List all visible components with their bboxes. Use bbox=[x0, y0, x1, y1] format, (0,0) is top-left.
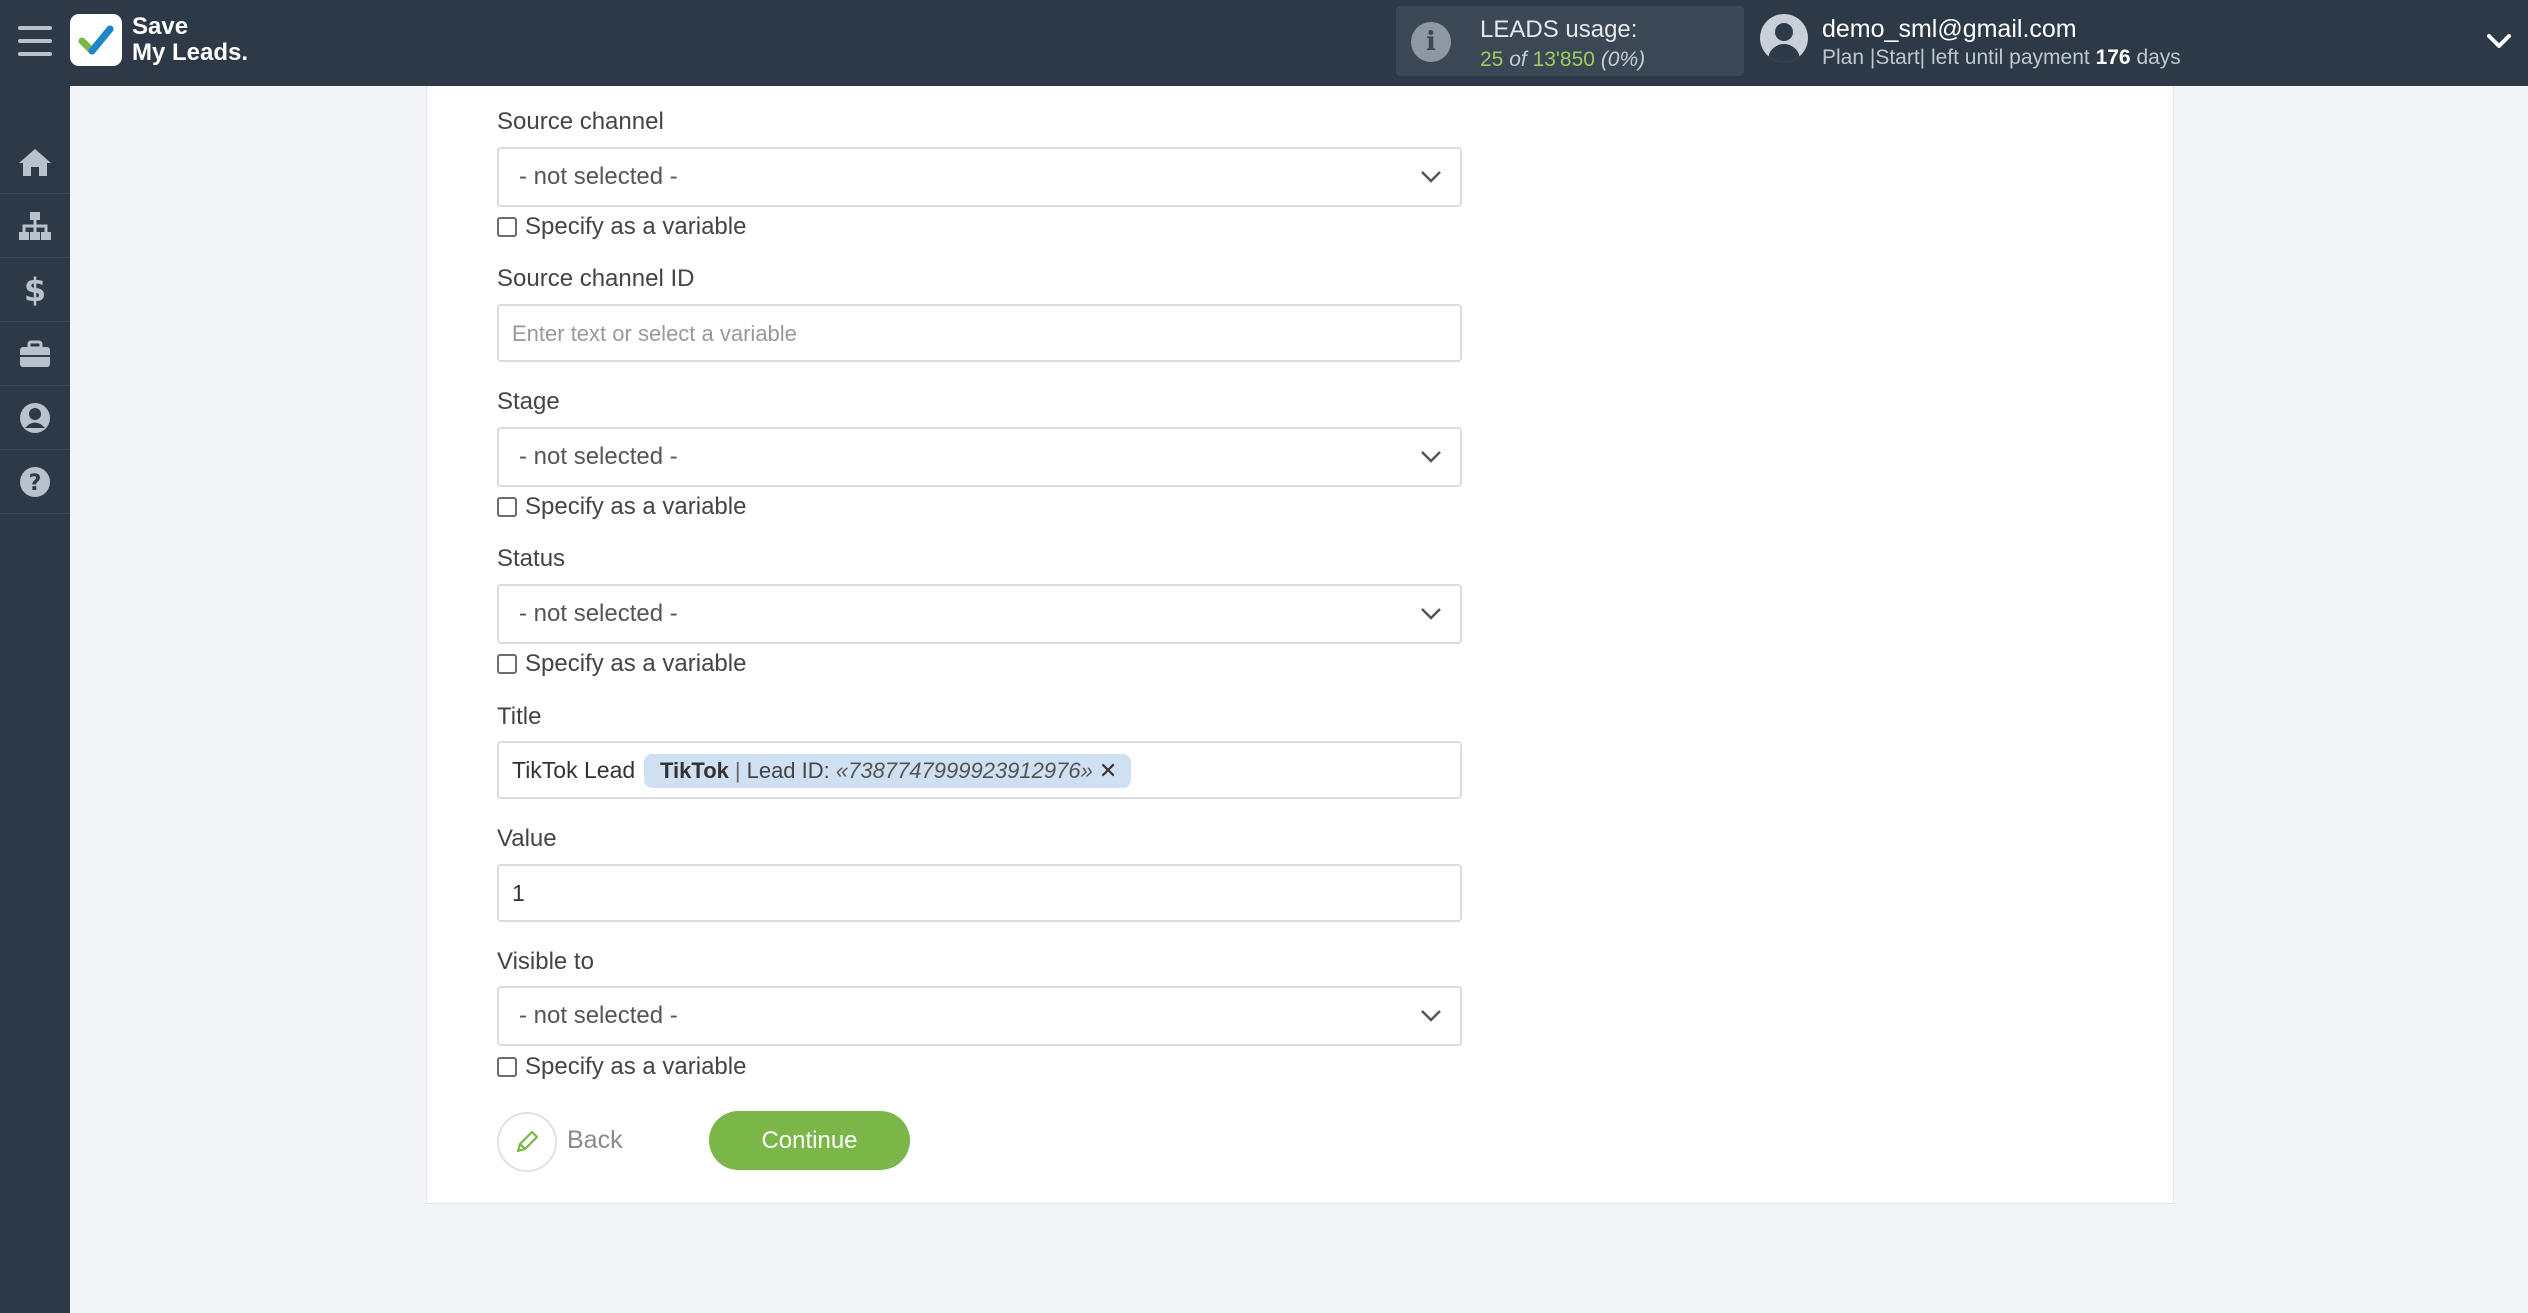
value-label: Value bbox=[497, 825, 557, 852]
checkbox[interactable] bbox=[497, 497, 517, 517]
chevron-down-icon bbox=[1421, 451, 1441, 463]
usage-value: 25 of 13'850 (0%) bbox=[1480, 48, 1645, 72]
account-chevron-down-icon[interactable] bbox=[2484, 26, 2514, 56]
tag-source: TikTok bbox=[660, 758, 729, 783]
status-select[interactable]: - not selected - bbox=[497, 584, 1462, 644]
visible-to-variable-checkbox[interactable]: Specify as a variable bbox=[497, 1053, 746, 1081]
source-channel-value: - not selected - bbox=[519, 163, 678, 190]
checkbox[interactable] bbox=[497, 1057, 517, 1077]
visible-to-select[interactable]: - not selected - bbox=[497, 986, 1462, 1046]
variable-tag[interactable]: TikTok | Lead ID: «7387747999923912976» … bbox=[644, 754, 1132, 788]
user-plan: Plan |Start| left until payment 176 days bbox=[1822, 44, 2181, 72]
back-pencil-icon[interactable] bbox=[497, 1112, 557, 1172]
svg-text:$: $ bbox=[24, 272, 46, 308]
user-account[interactable]: demo_sml@gmail.com Plan |Start| left unt… bbox=[1760, 14, 2181, 72]
status-variable-checkbox[interactable]: Specify as a variable bbox=[497, 650, 746, 678]
source-channel-id-placeholder: Enter text or select a variable bbox=[512, 321, 797, 346]
dollar-icon[interactable]: $ bbox=[0, 258, 70, 322]
tag-value: «7387747999923912976» bbox=[835, 758, 1093, 783]
usage-total: 13'850 bbox=[1532, 48, 1595, 71]
user-circle-icon[interactable] bbox=[0, 386, 70, 450]
user-email: demo_sml@gmail.com bbox=[1822, 15, 2077, 43]
hamburger-menu-icon[interactable] bbox=[18, 26, 52, 56]
visible-to-value: - not selected - bbox=[519, 1002, 678, 1029]
plan-days-suffix: days bbox=[2136, 46, 2181, 69]
logo-line-2: My Leads. bbox=[132, 39, 249, 66]
checkbox-label: Specify as a variable bbox=[525, 493, 747, 520]
leads-usage-panel: i LEADS usage: 25 of 13'850 (0%) bbox=[1396, 6, 1744, 76]
logo-line-1: Save bbox=[132, 13, 189, 40]
title-label: Title bbox=[497, 703, 542, 730]
source-channel-label: Source channel bbox=[497, 108, 664, 135]
source-channel-id-input[interactable]: Enter text or select a variable bbox=[497, 304, 1462, 362]
usage-label: LEADS usage: bbox=[1480, 16, 1638, 43]
sidebar: $ ? bbox=[0, 86, 70, 1313]
status-value: - not selected - bbox=[519, 600, 678, 627]
tag-field: Lead ID: bbox=[746, 758, 830, 783]
checkbox-label: Specify as a variable bbox=[525, 213, 747, 240]
checkbox-label: Specify as a variable bbox=[525, 650, 747, 677]
usage-of: of bbox=[1509, 48, 1527, 71]
svg-text:?: ? bbox=[29, 471, 42, 496]
logo[interactable]: Save My Leads. bbox=[70, 14, 248, 66]
checkbox-label: Specify as a variable bbox=[525, 1053, 747, 1080]
stage-variable-checkbox[interactable]: Specify as a variable bbox=[497, 493, 746, 521]
avatar-icon bbox=[1760, 14, 1808, 62]
checkbox[interactable] bbox=[497, 217, 517, 237]
back-button[interactable]: Back bbox=[567, 1126, 623, 1155]
remove-tag-icon[interactable]: ✕ bbox=[1099, 758, 1117, 784]
title-input[interactable]: TikTok Lead TikTok | Lead ID: «738774799… bbox=[497, 741, 1462, 799]
tag-separator: | bbox=[734, 758, 741, 783]
source-channel-variable-checkbox[interactable]: Specify as a variable bbox=[497, 213, 746, 241]
info-icon[interactable]: i bbox=[1411, 22, 1451, 62]
stage-value: - not selected - bbox=[519, 443, 678, 470]
top-bar: Save My Leads. i LEADS usage: 25 of 13'8… bbox=[0, 0, 2528, 86]
checkbox[interactable] bbox=[497, 654, 517, 674]
help-icon[interactable]: ? bbox=[0, 450, 70, 514]
logo-text: Save My Leads. bbox=[132, 14, 248, 66]
plan-days: 176 bbox=[2095, 46, 2131, 69]
continue-button[interactable]: Continue bbox=[709, 1111, 910, 1170]
plan-text: Plan |Start| left until payment bbox=[1822, 46, 2090, 69]
usage-percent: (0%) bbox=[1600, 48, 1646, 71]
chevron-down-icon bbox=[1421, 1010, 1441, 1022]
value-text: 1 bbox=[512, 880, 525, 906]
stage-select[interactable]: - not selected - bbox=[497, 427, 1462, 487]
source-channel-id-label: Source channel ID bbox=[497, 265, 695, 292]
sitemap-icon[interactable] bbox=[0, 194, 70, 258]
stage-label: Stage bbox=[497, 388, 560, 415]
source-channel-select[interactable]: - not selected - bbox=[497, 147, 1462, 207]
visible-to-label: Visible to bbox=[497, 948, 594, 975]
home-icon[interactable] bbox=[0, 130, 70, 194]
usage-used: 25 bbox=[1480, 48, 1504, 71]
status-label: Status bbox=[497, 545, 566, 572]
title-text: TikTok Lead bbox=[512, 757, 636, 783]
value-input[interactable]: 1 bbox=[497, 864, 1462, 922]
chevron-down-icon bbox=[1421, 171, 1441, 183]
chevron-down-icon bbox=[1421, 608, 1441, 620]
logo-check-icon bbox=[70, 14, 122, 66]
briefcase-icon[interactable] bbox=[0, 322, 70, 386]
